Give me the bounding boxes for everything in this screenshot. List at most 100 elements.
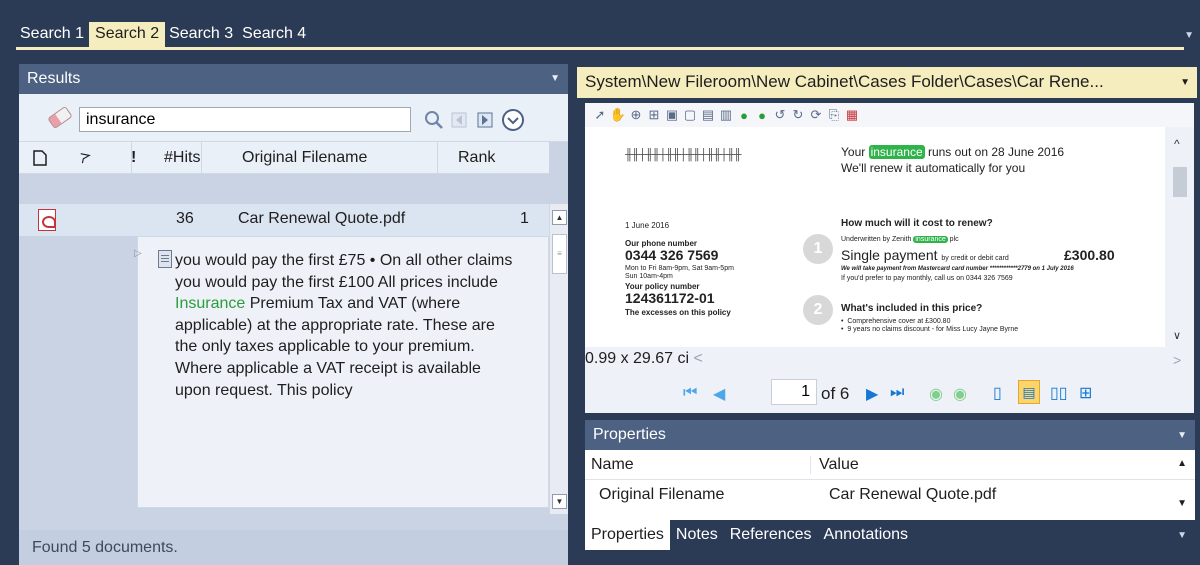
- hscroll-right-icon[interactable]: >: [1173, 352, 1181, 368]
- table-row[interactable]: 36 Car Renewal Quote.pdf 1: [19, 204, 549, 236]
- doc-hours-1: Mon to Fri 8am-9pm, Sat 9am-5pm: [625, 265, 734, 272]
- facing-pages-icon[interactable]: ▯▯: [1050, 383, 1068, 403]
- properties-menu-arrow-icon[interactable]: ▼: [1177, 430, 1187, 441]
- tab-menu-arrow-icon[interactable]: ▼: [1184, 30, 1194, 41]
- snippet-highlight: Insurance: [175, 295, 246, 313]
- pdf-export-icon[interactable]: ▦: [845, 107, 859, 122]
- document-viewer: ➚ ✋ ⊕ ⊞ ▣ ▢ ▤ ▥ ● ● ↺ ↻ ⟳ ⎘ ▦ ╫╫┼╫╫┼╫╫┼╫…: [585, 103, 1194, 413]
- tab-notes[interactable]: Notes: [670, 520, 724, 550]
- viewer-scrollbar[interactable]: ^ ∨: [1165, 127, 1194, 347]
- continuous-facing-icon[interactable]: ⊞: [1079, 383, 1092, 403]
- select-arrow-icon[interactable]: ➚: [593, 107, 607, 122]
- doc-type-column-icon[interactable]: [19, 142, 55, 174]
- copy-icon[interactable]: ⎘: [827, 107, 841, 122]
- row-filename: Car Renewal Quote.pdf: [238, 210, 406, 227]
- property-name: Original Filename: [599, 486, 725, 503]
- actual-size-icon[interactable]: ▢: [683, 107, 697, 122]
- properties-scroll-down-icon[interactable]: ▼: [1177, 498, 1187, 509]
- next-page-icon[interactable]: ▶: [866, 384, 878, 404]
- refresh-icon[interactable]: ⟳: [809, 107, 823, 122]
- clear-search-icon[interactable]: [47, 105, 73, 130]
- first-page-icon[interactable]: ⏮: [683, 384, 697, 402]
- forward-icon[interactable]: ◉: [953, 384, 967, 404]
- results-column-headers: ! #Hits Original Filename Rank: [19, 141, 549, 174]
- tab-search-1[interactable]: Search 1: [16, 22, 89, 50]
- properties-scroll-up-icon[interactable]: ▲: [1177, 458, 1187, 469]
- value-column-header[interactable]: Value: [811, 456, 859, 474]
- last-page-icon[interactable]: ⏭: [890, 384, 904, 402]
- page-number-input[interactable]: [771, 379, 817, 405]
- step-2-badge: 2: [803, 295, 833, 325]
- expand-triangle-icon[interactable]: ▷: [134, 248, 142, 259]
- pan-hand-icon[interactable]: ✋: [610, 107, 626, 122]
- single-page-icon[interactable]: ▯: [993, 383, 1002, 403]
- zoom-icon[interactable]: ⊕: [629, 107, 643, 122]
- bottom-tab-bar: Properties Notes References Annotations …: [585, 520, 1195, 550]
- next-hit-icon[interactable]: [473, 108, 497, 132]
- marquee-icon[interactable]: ⊞: [647, 107, 661, 122]
- filename-column-header[interactable]: Original Filename: [201, 141, 437, 174]
- priority-column-icon[interactable]: !: [91, 142, 136, 174]
- doc-top-line-2: We'll renew it automatically for you: [841, 161, 1026, 175]
- flag-column-icon[interactable]: [55, 142, 91, 174]
- search-input[interactable]: [79, 107, 411, 132]
- doc-date: 1 June 2016: [625, 221, 670, 230]
- document-path-bar[interactable]: System\New Fileroom\New Cabinet\Cases Fo…: [577, 67, 1197, 98]
- back-icon[interactable]: ◉: [929, 384, 943, 404]
- rotate-left-icon[interactable]: ↺: [773, 107, 787, 122]
- scroll-up-icon[interactable]: ▲: [552, 210, 567, 225]
- page-count-label: of 6: [821, 384, 850, 403]
- hits-column-header[interactable]: #Hits: [131, 141, 201, 174]
- row-hits: 36: [176, 210, 194, 227]
- tab-references[interactable]: References: [724, 520, 818, 550]
- scroll-down-icon[interactable]: ▼: [552, 494, 567, 509]
- viewer-scroll-thumb[interactable]: [1173, 167, 1187, 197]
- doc-monthly-note: If you'd prefer to pay monthly, call us …: [841, 275, 1013, 282]
- bottom-tabs-menu-icon[interactable]: ▼: [1177, 530, 1187, 541]
- document-icon: [158, 250, 172, 268]
- search-area: [19, 94, 568, 142]
- scroll-thumb[interactable]: ≡: [552, 234, 567, 274]
- row-rank: 1: [520, 210, 529, 227]
- doc-policy-number: 124361172-01: [625, 290, 715, 306]
- previous-page-icon[interactable]: ◀: [713, 384, 725, 404]
- tab-search-4[interactable]: Search 4: [238, 22, 311, 50]
- snippet-before: you would pay the first £75 • On all oth…: [175, 252, 513, 291]
- results-menu-arrow-icon[interactable]: ▼: [550, 73, 560, 84]
- document-path: System\New Fileroom\New Cabinet\Cases Fo…: [585, 72, 1104, 91]
- fit-width-icon[interactable]: ▥: [719, 107, 733, 122]
- previous-hit-icon[interactable]: [447, 108, 471, 132]
- doc-bullet-1: • Comprehensive cover at £300.80: [841, 318, 951, 325]
- barcode: ╫╫┼╫╫┼╫╫┼╫╫┼╫╫┼╫╫: [625, 149, 741, 161]
- continuous-page-icon[interactable]: ▤: [1018, 380, 1040, 404]
- doc-bullet-2: • 9 years no claims discount - for Miss …: [841, 326, 1019, 333]
- search-options-icon[interactable]: [501, 108, 525, 132]
- path-dropdown-icon[interactable]: ▼: [1180, 77, 1190, 88]
- tab-annotations[interactable]: Annotations: [818, 520, 915, 550]
- snapshot-icon[interactable]: ▣: [665, 107, 679, 122]
- tab-search-3[interactable]: Search 3: [165, 22, 238, 50]
- doc-phone: 0344 326 7569: [625, 247, 719, 263]
- viewer-scroll-up-icon[interactable]: ^: [1174, 137, 1180, 151]
- tab-search-2[interactable]: Search 2: [89, 22, 166, 50]
- document-page[interactable]: ╫╫┼╫╫┼╫╫┼╫╫┼╫╫┼╫╫ Your insurance runs ou…: [585, 127, 1165, 347]
- hit-snippet-text[interactable]: you would pay the first £75 • On all oth…: [175, 250, 515, 401]
- rotate-right-icon[interactable]: ↻: [791, 107, 805, 122]
- results-scrollbar[interactable]: ▲ ≡ ▼: [549, 204, 568, 514]
- doc-hours-2: Sun 10am-4pm: [625, 273, 673, 280]
- search-tab-bar: Search 1 Search 2 Search 3 Search 4 ▼: [0, 0, 1200, 50]
- fit-page-icon[interactable]: ▤: [701, 107, 715, 122]
- app-window: Search 1 Search 2 Search 3 Search 4 ▼ Re…: [0, 0, 1200, 565]
- tab-properties[interactable]: Properties: [585, 520, 670, 550]
- results-title: Results: [27, 70, 81, 87]
- zoom-in-icon[interactable]: ●: [737, 108, 751, 123]
- search-icon[interactable]: [422, 108, 446, 132]
- zoom-out-icon[interactable]: ●: [755, 108, 769, 123]
- rank-column-header[interactable]: Rank: [437, 141, 495, 174]
- property-row[interactable]: Original Filename Car Renewal Quote.pdf …: [585, 480, 1195, 510]
- page-dimensions: 0.99 x 29.67 ci <: [585, 350, 703, 367]
- tab-underline: [16, 47, 1184, 50]
- viewer-scroll-down-icon[interactable]: ∨: [1173, 329, 1181, 342]
- name-column-header[interactable]: Name: [585, 455, 811, 474]
- results-header: Results ▼: [19, 64, 568, 94]
